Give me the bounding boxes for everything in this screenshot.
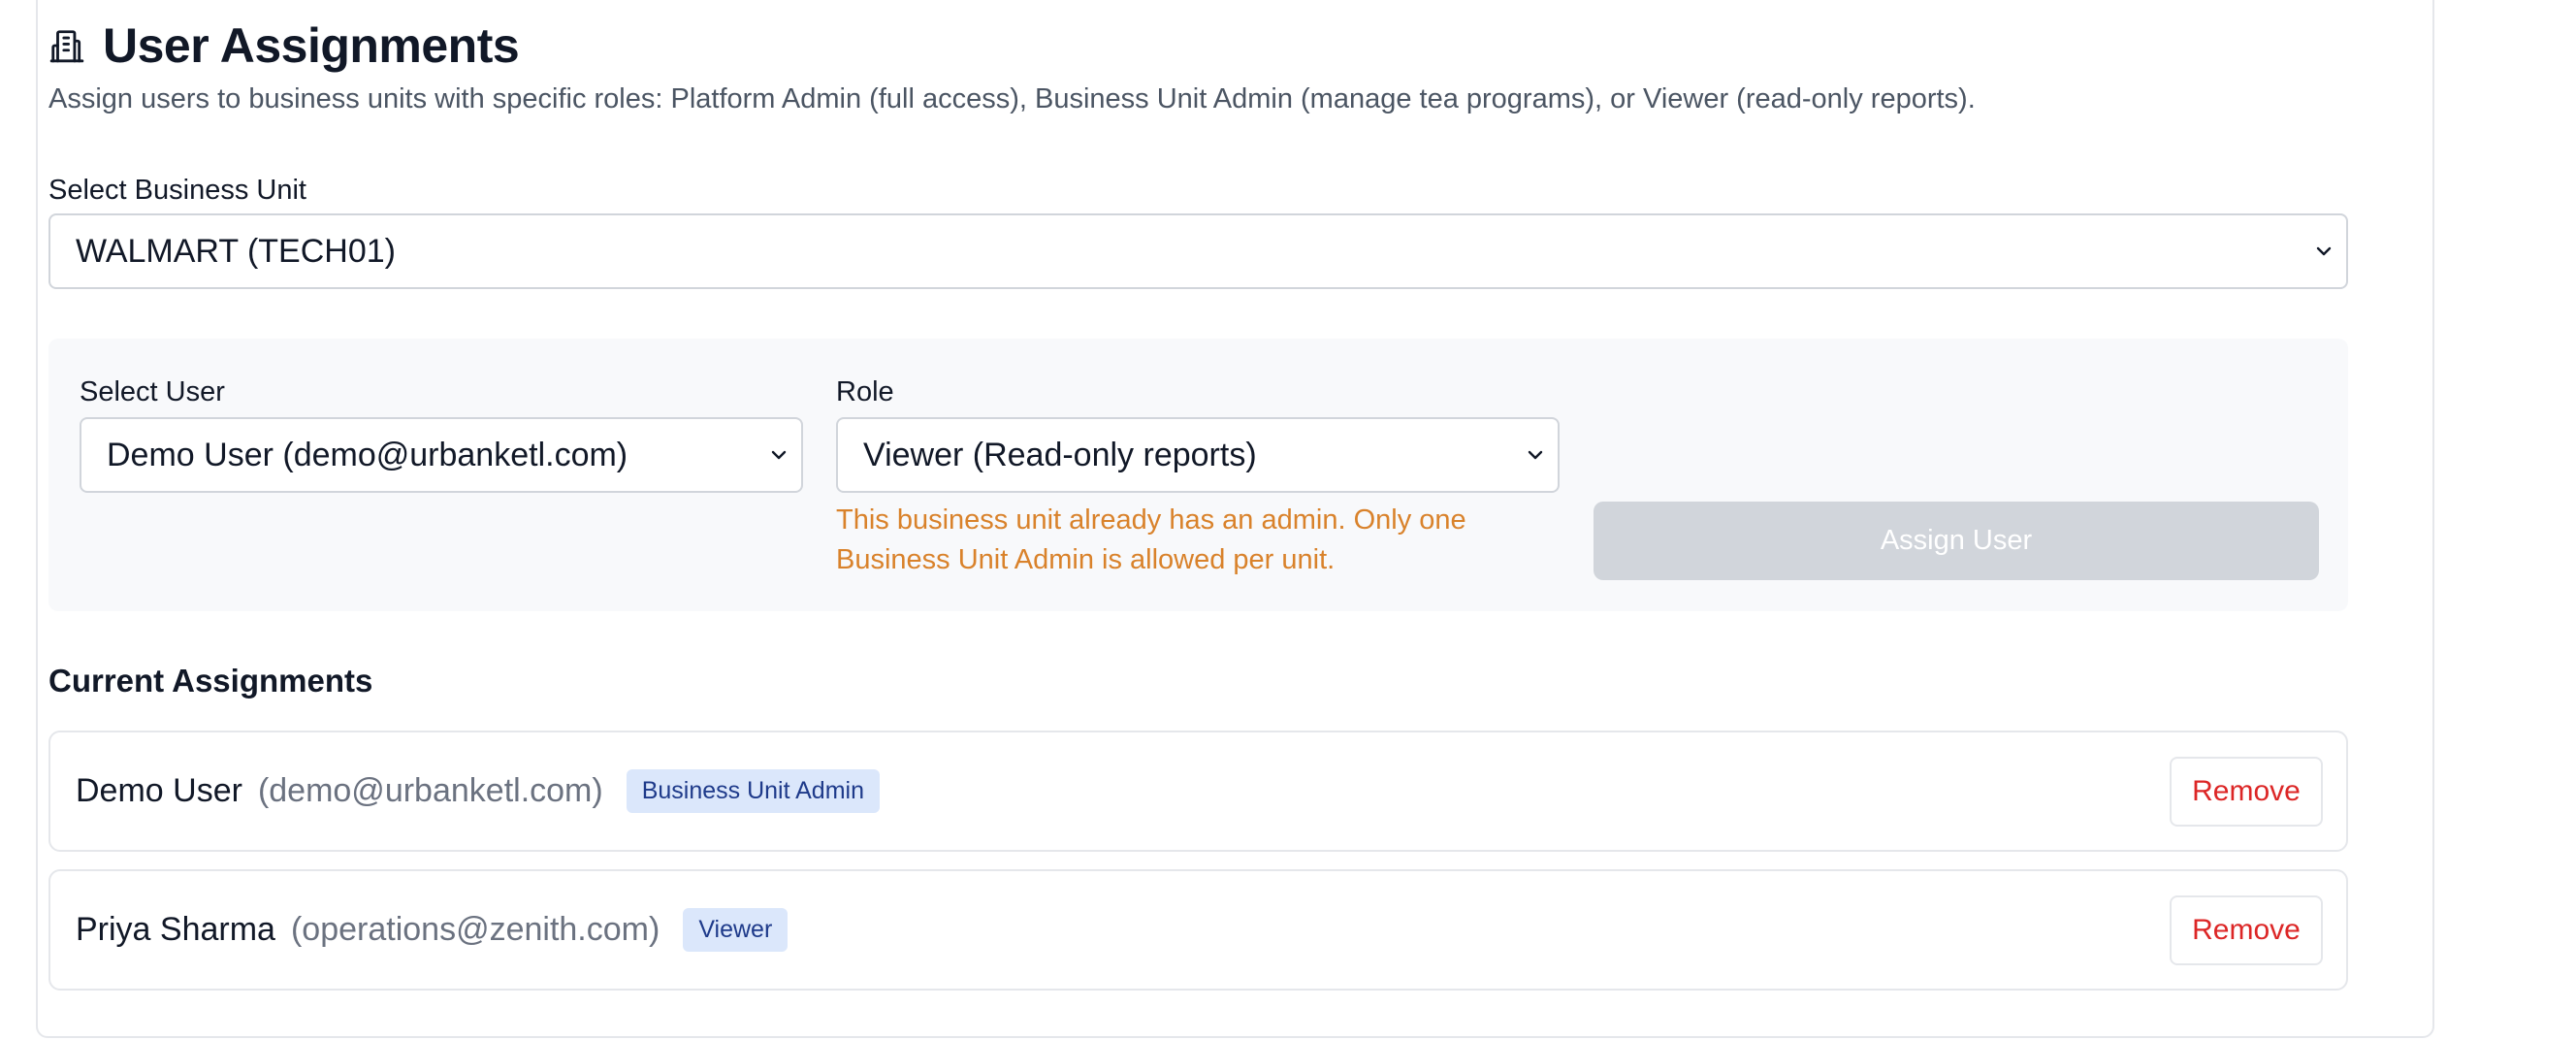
assignment-user-name: Demo User [76, 772, 242, 809]
header: User Assignments [48, 17, 520, 74]
page-title: User Assignments [103, 18, 520, 73]
business-unit-label: Select Business Unit [48, 175, 306, 206]
role-label: Role [836, 376, 894, 407]
remove-button[interactable]: Remove [2170, 894, 2323, 965]
business-unit-select[interactable]: WALMART (TECH01) [48, 213, 2348, 289]
role-select[interactable]: Viewer (Read-only reports) [836, 417, 1560, 493]
remove-button[interactable]: Remove [2170, 756, 2323, 827]
role-select-value: Viewer (Read-only reports) [863, 436, 1257, 473]
current-assignments-heading: Current Assignments [48, 663, 373, 699]
assign-user-button[interactable]: Assign User [1594, 502, 2319, 580]
chevron-down-icon [771, 450, 787, 460]
assignment-user-name: Priya Sharma [76, 911, 275, 948]
chevron-down-icon [1528, 450, 1543, 460]
role-badge: Viewer [683, 908, 789, 952]
assignment-row: Demo User (demo@urbanketl.com) Business … [48, 731, 2348, 852]
page-subtitle: Assign users to business units with spec… [48, 83, 1976, 114]
business-unit-select-value: WALMART (TECH01) [76, 232, 396, 270]
user-select[interactable]: Demo User (demo@urbanketl.com) [80, 417, 803, 493]
user-select-value: Demo User (demo@urbanketl.com) [107, 436, 628, 473]
role-badge: Business Unit Admin [626, 769, 880, 813]
chevron-down-icon [2316, 246, 2332, 256]
building-icon [49, 30, 84, 63]
assignment-row: Priya Sharma (operations@zenith.com) Vie… [48, 869, 2348, 991]
assignment-user-email: (operations@zenith.com) [290, 911, 660, 948]
assignment-user-email: (demo@urbanketl.com) [257, 772, 603, 809]
admin-limit-warning: This business unit already has an admin.… [836, 504, 1466, 575]
select-user-label: Select User [80, 376, 225, 407]
